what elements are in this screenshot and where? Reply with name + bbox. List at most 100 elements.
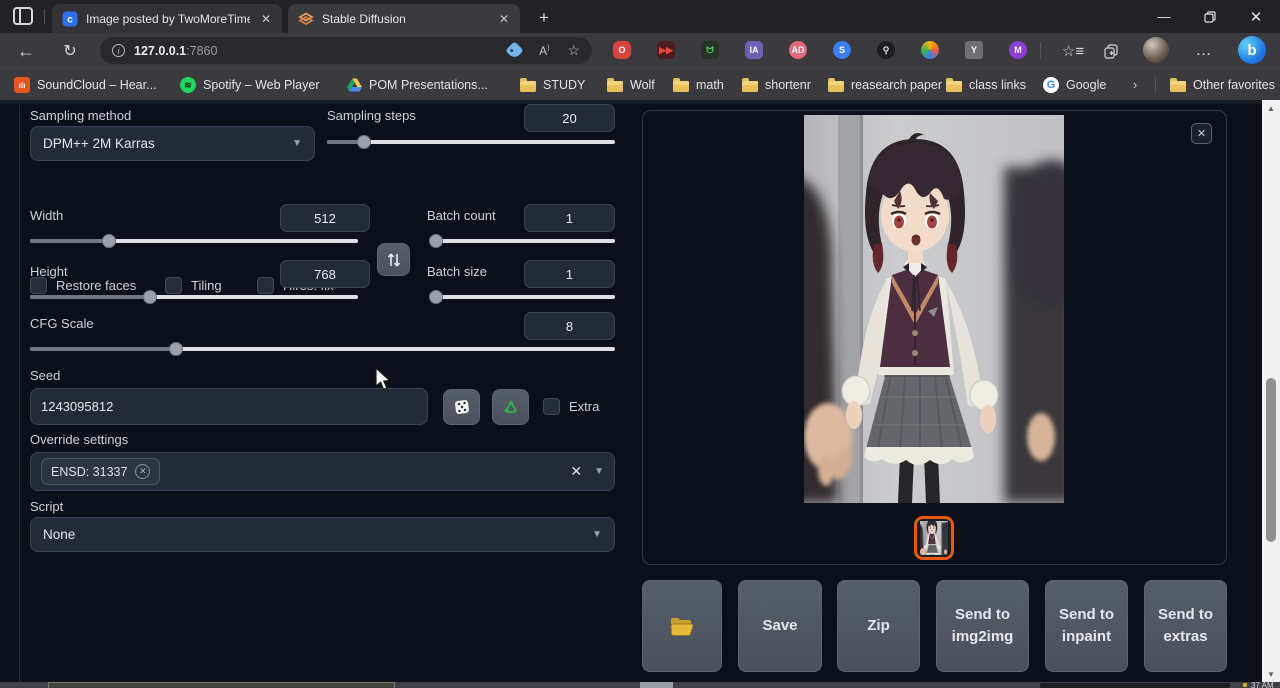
extension-icon-m-wave[interactable]: M	[1003, 37, 1033, 63]
settings-dots-icon[interactable]: …	[1190, 38, 1218, 64]
window-minimize-button[interactable]: —	[1141, 0, 1187, 33]
save-button[interactable]: Save	[738, 580, 822, 672]
vertical-scrollbar[interactable]: ▲ ▼	[1262, 100, 1280, 682]
bookmark-google[interactable]: G Google	[1043, 74, 1106, 96]
bookmark-math[interactable]: math	[673, 74, 724, 96]
batch-size-slider[interactable]	[430, 290, 615, 304]
open-folder-button[interactable]	[642, 580, 722, 672]
toolbar-separator	[1040, 42, 1041, 59]
tab2-favicon-gradio	[298, 11, 314, 27]
gallery-close-icon[interactable]: ✕	[1191, 123, 1212, 144]
bookmark-shortenr[interactable]: shortenr	[742, 74, 811, 96]
collections-icon[interactable]	[1097, 38, 1125, 64]
height-input[interactable]	[280, 260, 370, 288]
other-favorites[interactable]: Other favorites	[1170, 74, 1275, 96]
extension-icon-shazam[interactable]: S	[827, 37, 857, 63]
extension-icon-adguard[interactable]: AD	[783, 37, 813, 63]
bookmark-reasearch-paper[interactable]: reasearch paper	[828, 74, 942, 96]
extension-icon-green-monster[interactable]: ᗢ	[695, 37, 725, 63]
gallery-thumbnail-selected[interactable]	[914, 516, 954, 560]
extension-icon-ia[interactable]: IA	[739, 37, 769, 63]
tab1-close-icon[interactable]: ✕	[258, 11, 274, 27]
sampling-method-dropdown[interactable]: DPM++ 2M Karras ▼	[30, 126, 315, 161]
batch-count-input[interactable]	[524, 204, 615, 232]
chip-remove-icon[interactable]: ✕	[135, 464, 150, 479]
send-to-img2img-button[interactable]: Send to img2img	[936, 580, 1029, 672]
width-input[interactable]	[280, 204, 370, 232]
override-settings-field[interactable]: ENSD: 31337 ✕ ✕ ▼	[30, 452, 615, 491]
extra-checkbox[interactable]	[543, 398, 560, 415]
chevron-down-icon[interactable]: ▼	[594, 466, 604, 477]
bookmark-wolf[interactable]: Wolf	[607, 74, 655, 96]
site-info-icon[interactable]: i	[112, 44, 125, 57]
script-value: None	[43, 527, 75, 542]
slider-handle[interactable]	[143, 290, 157, 304]
bookmark-class-links[interactable]: class links	[946, 74, 1026, 96]
sampling-steps-slider[interactable]	[327, 135, 615, 149]
seed-input[interactable]	[30, 388, 428, 425]
spotify-icon: ≋	[180, 77, 196, 93]
swap-width-height-button[interactable]	[377, 243, 410, 276]
sampling-steps-input[interactable]	[524, 104, 615, 132]
window-close-button[interactable]: ✕	[1233, 0, 1279, 33]
extension-icon-y[interactable]: Y	[959, 37, 989, 63]
profile-avatar[interactable]	[1143, 37, 1169, 63]
scrollbar-thumb[interactable]	[1266, 378, 1276, 542]
price-tag-icon[interactable]	[505, 41, 523, 59]
folder-icon	[670, 617, 694, 636]
bookmark-soundcloud[interactable]: ılı SoundCloud – Hear...	[14, 74, 157, 96]
generated-image[interactable]	[804, 115, 1064, 503]
extra-seed-checkbox-row[interactable]: Extra	[543, 398, 599, 415]
extension-icon-color-sphere[interactable]	[915, 37, 945, 63]
reuse-seed-button[interactable]	[492, 389, 529, 425]
slider-handle[interactable]	[169, 342, 183, 356]
favorite-star-icon[interactable]: ☆	[567, 42, 580, 59]
copilot-bing-icon[interactable]: b	[1238, 36, 1266, 64]
slider-handle[interactable]	[357, 135, 371, 149]
bookmark-pom[interactable]: POM Presentations...	[347, 74, 488, 96]
folder-icon	[946, 81, 962, 92]
width-slider[interactable]	[30, 234, 358, 248]
cfg-scale-slider[interactable]	[30, 342, 615, 356]
batch-size-label: Batch size	[427, 264, 487, 279]
slider-handle[interactable]	[429, 234, 443, 248]
window-restore-button[interactable]	[1187, 0, 1233, 33]
extension-icon-location-pin[interactable]: ⚲	[871, 37, 901, 63]
script-dropdown[interactable]: None ▼	[30, 517, 615, 552]
override-chip[interactable]: ENSD: 31337 ✕	[41, 458, 160, 485]
bookmark-study[interactable]: STUDY	[520, 74, 585, 96]
random-seed-button[interactable]	[443, 389, 480, 425]
bookmarks-overflow-chevron[interactable]: ›	[1133, 74, 1137, 96]
favorites-bar-icon[interactable]: ☆≡	[1059, 38, 1087, 64]
extension-icon-fastforward[interactable]: ▶▶	[651, 37, 681, 63]
send-to-extras-button[interactable]: Send to extras	[1144, 580, 1227, 672]
browser-tab-1[interactable]: c Image posted by TwoMoreTimes ✕	[52, 4, 282, 33]
slider-handle[interactable]	[102, 234, 116, 248]
override-settings-label: Override settings	[30, 432, 128, 447]
zip-button[interactable]: Zip	[837, 580, 920, 672]
read-aloud-icon[interactable]: A)	[539, 44, 549, 58]
new-tab-button[interactable]: +	[532, 6, 556, 30]
bookmark-label: class links	[969, 78, 1026, 92]
slider-handle[interactable]	[429, 290, 443, 304]
tab2-close-icon[interactable]: ✕	[496, 11, 512, 27]
height-slider[interactable]	[30, 290, 358, 304]
batch-count-slider[interactable]	[430, 234, 615, 248]
width-input-wrap	[280, 204, 370, 232]
back-icon[interactable]: ←	[12, 38, 40, 64]
address-bar[interactable]: i 127.0.0.1 :7860 A) ☆	[100, 37, 592, 64]
scroll-down-icon[interactable]: ▼	[1262, 666, 1280, 682]
clear-all-icon[interactable]: ✕	[570, 463, 582, 480]
send-to-inpaint-button[interactable]: Send to inpaint	[1045, 580, 1128, 672]
tab1-title: Image posted by TwoMoreTimes	[86, 12, 250, 26]
batch-size-input[interactable]	[524, 260, 615, 288]
tab2-title: Stable Diffusion	[322, 12, 488, 26]
scroll-up-icon[interactable]: ▲	[1262, 100, 1280, 116]
browser-tab-2-active[interactable]: Stable Diffusion ✕	[288, 4, 520, 33]
refresh-icon[interactable]: ↻	[56, 38, 84, 64]
bookmark-spotify[interactable]: ≋ Spotify – Web Player	[180, 74, 320, 96]
cfg-scale-input[interactable]	[524, 312, 615, 340]
workspaces-icon[interactable]	[13, 7, 33, 25]
soundcloud-icon: ılı	[14, 77, 30, 93]
extension-icon-red-o[interactable]: O	[607, 37, 637, 63]
